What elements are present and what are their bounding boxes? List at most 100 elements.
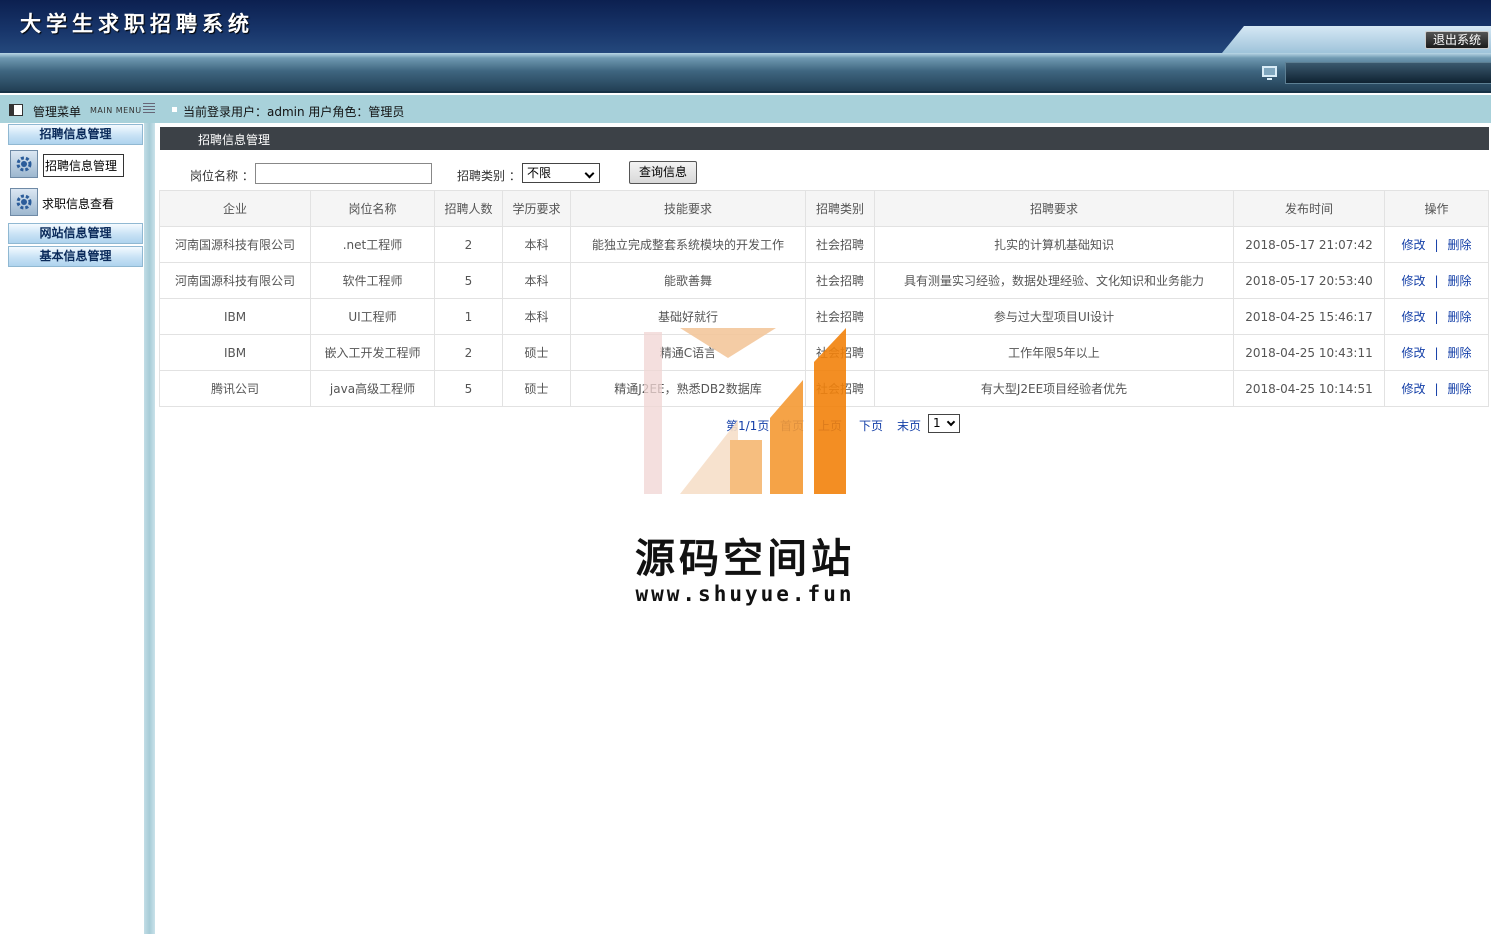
time-cell: 2018-04-25 15:46:17 — [1233, 298, 1385, 335]
category-cell: 社会招聘 — [805, 334, 875, 371]
category-cell: 社会招聘 — [805, 262, 875, 299]
recruit-type-select[interactable]: 不限 — [522, 163, 600, 183]
position-cell: 软件工程师 — [310, 262, 435, 299]
category-cell: 社会招聘 — [805, 226, 875, 263]
header-band — [0, 53, 1491, 93]
education-cell: 硕士 — [502, 370, 571, 407]
watermark-url: www.shuyue.fun — [635, 582, 855, 606]
edit-link[interactable]: 修改 — [1401, 274, 1425, 288]
column-header: 招聘类别 — [805, 190, 875, 227]
sidebar-item-label: 求职信息查看 — [42, 197, 115, 211]
page-title: 招聘信息管理 — [160, 127, 1489, 150]
action-separator: | — [1434, 346, 1439, 360]
current-user-info: 当前登录用户：admin 用户角色：管理员 — [183, 105, 405, 119]
education-cell: 硕士 — [502, 334, 571, 371]
skills-cell: 精通J2EE，熟悉DB2数据库 — [570, 370, 806, 407]
table-row: 腾讯公司 java高级工程师 5 硕士 精通J2EE，熟悉DB2数据库 社会招聘 有大型J2… — [159, 370, 1489, 407]
category-cell: 社会招聘 — [805, 298, 875, 335]
action-separator: | — [1434, 310, 1439, 324]
edit-link[interactable]: 修改 — [1401, 238, 1425, 252]
delete-link[interactable]: 删除 — [1448, 346, 1472, 360]
sidebar-item-label: 招聘信息管理 — [43, 154, 125, 177]
company-cell: 河南国源科技有限公司 — [159, 226, 311, 263]
column-header: 岗位名称 — [310, 190, 435, 227]
prev-page-link[interactable]: 上页 — [818, 417, 842, 434]
edit-link[interactable]: 修改 — [1401, 346, 1425, 360]
table-row: 河南国源科技有限公司 软件工程师 5 本科 能歌善舞 社会招聘 具有测量实习经验，数据处理经… — [159, 262, 1489, 299]
query-button[interactable]: 查询信息 — [629, 161, 697, 184]
column-header: 技能要求 — [570, 190, 806, 227]
position-cell: .net工程师 — [310, 226, 435, 263]
app-header: 大学生求职招聘系统 退出系统 — [0, 0, 1491, 53]
company-cell: 腾讯公司 — [159, 370, 311, 407]
sidebar-group-website[interactable]: 网站信息管理 — [8, 223, 143, 244]
actions-cell: 修改 | 删除 — [1384, 226, 1489, 263]
system-title: 大学生求职招聘系统 — [20, 11, 254, 36]
count-cell: 2 — [434, 226, 503, 263]
info-bar: 管理菜单 MAIN MENU 当前登录用户：admin 用户角色：管理员 — [0, 95, 1491, 123]
education-cell: 本科 — [502, 262, 571, 299]
time-cell: 2018-04-25 10:43:11 — [1233, 334, 1385, 371]
count-cell: 5 — [434, 370, 503, 407]
sidebar-item-job-seek-view[interactable]: 求职信息查看 — [10, 188, 135, 218]
edit-link[interactable]: 修改 — [1401, 382, 1425, 396]
menu-toggle-icon[interactable] — [143, 103, 155, 113]
header-status-box — [1285, 62, 1491, 84]
requirements-cell: 工作年限5年以上 — [874, 334, 1234, 371]
page-info: 第1/1页 — [726, 419, 770, 433]
position-name-input[interactable] — [255, 163, 432, 184]
company-cell: 河南国源科技有限公司 — [159, 262, 311, 299]
category-cell: 社会招聘 — [805, 370, 875, 407]
count-cell: 5 — [434, 262, 503, 299]
main-menu-label: 管理菜单 — [33, 105, 82, 119]
delete-link[interactable]: 删除 — [1448, 238, 1472, 252]
column-header: 招聘要求 — [874, 190, 1234, 227]
actions-cell: 修改 | 删除 — [1384, 370, 1489, 407]
last-page-link[interactable]: 末页 — [897, 417, 921, 434]
column-header: 发布时间 — [1233, 190, 1385, 227]
position-cell: java高级工程师 — [310, 370, 435, 407]
next-page-link[interactable]: 下页 — [859, 417, 883, 434]
action-separator: | — [1434, 382, 1439, 396]
requirements-cell: 参与过大型项目UI设计 — [874, 298, 1234, 335]
skills-cell: 能独立完成整套系统模块的开发工作 — [570, 226, 806, 263]
recruit-table: 企业 岗位名称 招聘人数 学历要求 技能要求 招聘类别 招聘要求 发布时间 操作… — [159, 190, 1489, 407]
action-separator: | — [1434, 274, 1439, 288]
logout-button[interactable]: 退出系统 — [1424, 31, 1489, 49]
gear-icon — [10, 188, 38, 216]
delete-link[interactable]: 删除 — [1448, 274, 1472, 288]
column-header: 操作 — [1384, 190, 1489, 227]
table-header-row: 企业 岗位名称 招聘人数 学历要求 技能要求 招聘类别 招聘要求 发布时间 操作 — [159, 190, 1489, 227]
sidebar-item-recruit-manage[interactable]: 招聘信息管理 — [10, 150, 135, 180]
requirements-cell: 扎实的计算机基础知识 — [874, 226, 1234, 263]
column-header: 企业 — [159, 190, 311, 227]
actions-cell: 修改 | 删除 — [1384, 334, 1489, 371]
sidebar-group-basic[interactable]: 基本信息管理 — [8, 246, 143, 267]
count-cell: 1 — [434, 298, 503, 335]
skills-cell: 基础好就行 — [570, 298, 806, 335]
sidebar-divider[interactable] — [144, 123, 155, 934]
bullet-icon — [172, 107, 177, 112]
sidebar: 招聘信息管理 招聘信息管理 求职信息查看 网站信息管理 基本信息管理 — [0, 123, 144, 934]
menu-panel-icon — [9, 104, 23, 116]
watermark-text: 源码空间站 — [635, 536, 855, 582]
main-menu-sublabel: MAIN MENU — [90, 106, 142, 115]
search-bar: 岗位名称 ： 招聘类别 ： 不限 查询信息 — [160, 154, 1489, 190]
sidebar-group-recruit[interactable]: 招聘信息管理 — [8, 124, 143, 145]
delete-link[interactable]: 删除 — [1448, 382, 1472, 396]
delete-link[interactable]: 删除 — [1448, 310, 1472, 324]
page-number-select[interactable]: 1 — [928, 414, 960, 433]
table-row: 河南国源科技有限公司 .net工程师 2 本科 能独立完成整套系统模块的开发工作 社会招聘… — [159, 226, 1489, 263]
company-cell: IBM — [159, 334, 311, 371]
edit-link[interactable]: 修改 — [1401, 310, 1425, 324]
position-cell: 嵌入工开发工程师 — [310, 334, 435, 371]
recruit-type-label: 招聘类别 ： — [457, 169, 521, 183]
company-cell: IBM — [159, 298, 311, 335]
education-cell: 本科 — [502, 226, 571, 263]
column-header: 学历要求 — [502, 190, 571, 227]
requirements-cell: 有大型J2EE项目经验者优先 — [874, 370, 1234, 407]
skills-cell: 精通C语言 — [570, 334, 806, 371]
requirements-cell: 具有测量实习经验，数据处理经验、文化知识和业务能力 — [874, 262, 1234, 299]
first-page-link[interactable]: 首页 — [780, 417, 804, 434]
education-cell: 本科 — [502, 298, 571, 335]
